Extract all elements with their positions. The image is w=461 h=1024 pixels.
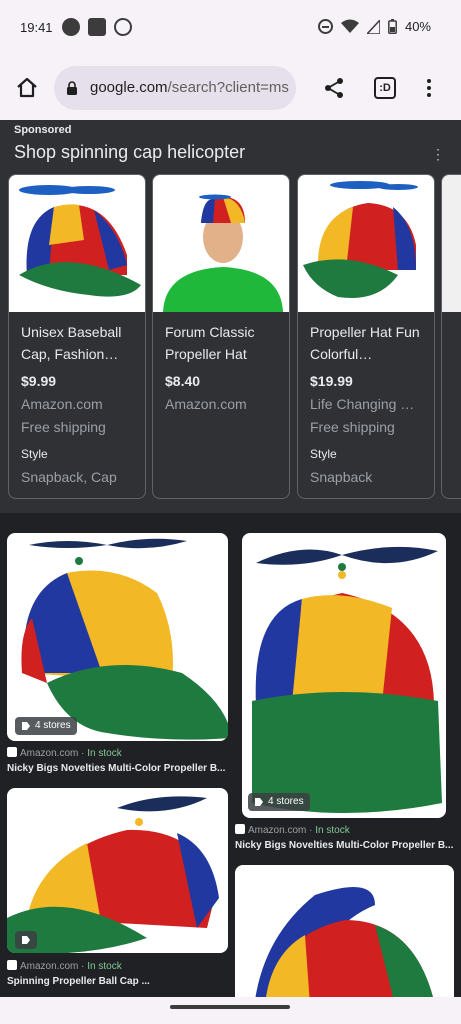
product-store: Amazon.com	[165, 396, 247, 412]
search-results: Sponsored Shop spinning cap helicopter ⋮…	[0, 120, 461, 1024]
stock-status: In stock	[87, 961, 122, 972]
signal-icon	[366, 19, 380, 34]
tab-switcher-button[interactable]: :D	[374, 77, 396, 99]
source-name: Amazon.com	[248, 825, 307, 836]
system-navigation-bar	[0, 997, 461, 1024]
download-notification-icon	[114, 18, 132, 36]
url-path: /search?client=ms	[167, 79, 289, 96]
status-time: 19:41	[20, 20, 53, 35]
image-result[interactable]: 4 stores	[242, 533, 446, 818]
stock-status: In stock	[315, 825, 350, 836]
product-card[interactable]: Forum Classic Propeller Hat $8.40 Amazon…	[152, 174, 290, 499]
battery-icon	[388, 19, 397, 34]
section-options-icon[interactable]: ⋮	[431, 146, 445, 163]
image-source: Amazon.com · In stock	[7, 747, 122, 759]
image-result[interactable]: 4 stores	[7, 533, 228, 741]
product-card-partial[interactable]	[441, 174, 461, 499]
product-shipping: Free shipping	[21, 419, 106, 435]
image-title[interactable]: Nicky Bigs Novelties Multi-Color Propell…	[235, 840, 455, 851]
share-icon[interactable]	[324, 77, 344, 99]
amazon-logo-icon	[7, 960, 17, 970]
product-price: $9.99	[21, 373, 57, 389]
product-title: Unisex Baseball Cap, Fashion…	[21, 324, 122, 362]
product-card[interactable]: Unisex Baseball Cap, Fashion… $9.99 Amaz…	[8, 174, 146, 499]
product-style-label: Style	[21, 447, 48, 461]
product-title: Forum Classic Propeller Hat	[165, 324, 255, 362]
stores-count: 4 stores	[35, 720, 71, 731]
lock-icon	[67, 81, 77, 95]
image-title[interactable]: Nicky Bigs Novelties Multi-Color Propell…	[7, 763, 227, 774]
source-name: Amazon.com	[20, 748, 79, 759]
settings-notification-icon	[88, 18, 106, 36]
stores-count: 4 stores	[268, 796, 304, 807]
chrome-notification-icon	[62, 18, 80, 36]
product-style-label: Style	[310, 447, 337, 461]
product-shipping: Free shipping	[310, 419, 395, 435]
url-domain: google.com	[90, 79, 168, 96]
image-result[interactable]	[235, 865, 454, 1005]
price-tag-icon	[22, 936, 30, 944]
dnd-icon	[317, 19, 333, 34]
image-source: Amazon.com · In stock	[7, 960, 122, 972]
image-results-grid: 4 stores Amazon.com · In stock Nicky Big…	[0, 513, 461, 1024]
amazon-logo-icon	[235, 824, 245, 834]
product-store: Life Changing …	[310, 396, 415, 412]
address-bar[interactable]: google.com/search?client=ms	[54, 66, 296, 110]
stores-badge	[15, 931, 37, 949]
home-gesture-handle[interactable]	[170, 1005, 290, 1009]
image-result[interactable]	[7, 788, 228, 953]
price-tag-icon	[255, 798, 263, 806]
price-tag-icon	[22, 722, 30, 730]
product-image	[298, 175, 434, 312]
image-source: Amazon.com · In stock	[235, 824, 350, 836]
product-title: Propeller Hat Fun Colorful…	[310, 324, 420, 362]
product-image	[442, 175, 461, 312]
product-price: $19.99	[310, 373, 353, 389]
home-icon[interactable]	[16, 76, 38, 98]
sponsored-label: Sponsored	[14, 124, 72, 136]
product-image	[9, 175, 145, 312]
source-name: Amazon.com	[20, 961, 79, 972]
product-price: $8.40	[165, 373, 201, 389]
stores-badge: 4 stores	[248, 793, 310, 811]
stores-badge: 4 stores	[15, 717, 77, 735]
image-title[interactable]: Spinning Propeller Ball Cap ...	[7, 976, 227, 987]
product-card[interactable]: Propeller Hat Fun Colorful… $19.99 Life …	[297, 174, 435, 499]
product-image	[153, 175, 289, 312]
url-text: google.com/search?client=ms	[90, 79, 290, 96]
status-bar: 19:41 40%	[0, 0, 461, 56]
stock-status: In stock	[87, 748, 122, 759]
product-store: Amazon.com	[21, 396, 103, 412]
wifi-icon	[340, 19, 359, 33]
amazon-logo-icon	[7, 747, 17, 757]
product-style-value: Snapback, Cap	[21, 469, 117, 485]
more-options-icon[interactable]	[426, 79, 432, 97]
tab-count: :D	[379, 82, 391, 94]
shopping-section-title: Shop spinning cap helicopter	[14, 142, 246, 162]
battery-percent: 40%	[404, 19, 431, 34]
browser-toolbar: google.com/search?client=ms :D	[0, 56, 461, 120]
product-style-value: Snapback	[310, 469, 373, 485]
